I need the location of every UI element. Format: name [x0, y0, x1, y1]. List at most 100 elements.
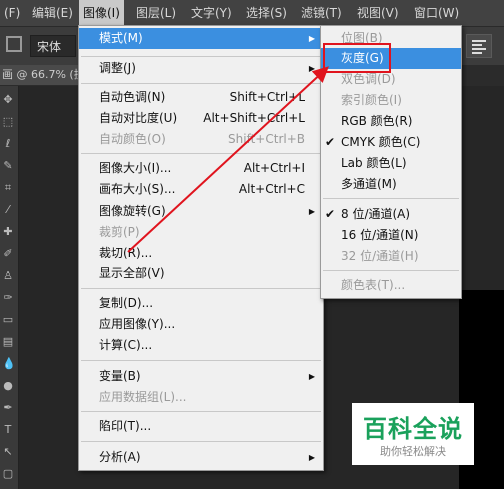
menu-item-label: 图像旋转(G) [99, 204, 166, 218]
menu-item-analysis[interactable]: 分析(A) ▶ [79, 447, 323, 468]
menu-item-label: 复制(D)... [99, 296, 154, 310]
menu-separator [323, 270, 459, 271]
brush-tool-icon[interactable]: ✐ [2, 248, 14, 260]
menu-item-shortcut: Alt+Ctrl+C [238, 182, 305, 196]
eyedropper-icon[interactable]: ⁄ [2, 204, 14, 216]
menubar-layer[interactable]: 图层(L) [132, 0, 180, 26]
menu-bar: (F) 编辑(E) 图像(I) 图层(L) 文字(Y) 选择(S) 滤镜(T) … [0, 0, 504, 26]
document-tab[interactable]: 画 @ 66.7% (技 [0, 65, 78, 85]
menu-item-image-rotation[interactable]: 图像旋转(G) ▶ [79, 201, 323, 222]
menu-item-apply-data-set[interactable]: 应用数据组(L)... [79, 387, 323, 408]
menu-item-label: 调整(J) [99, 61, 136, 75]
pen-tool-icon[interactable]: ✒ [2, 402, 14, 414]
menu-item-canvas-size[interactable]: 画布大小(S)... Alt+Ctrl+C [79, 179, 323, 200]
mode-item-cmyk[interactable]: ✔ CMYK 颜色(C) [321, 132, 461, 153]
menu-item-shortcut: Alt+Shift+Ctrl+L [203, 111, 305, 125]
tool-preset-icon[interactable] [6, 36, 22, 52]
annotation-highlight-box [323, 43, 391, 73]
menu-item-trap[interactable]: 陷印(T)... [79, 416, 323, 437]
menu-item-label: 裁切(R)... [99, 246, 153, 260]
menu-item-shortcut: Shift+Ctrl+B [228, 132, 305, 146]
mode-item-rgb[interactable]: RGB 颜色(R) [321, 111, 461, 132]
move-tool-icon[interactable]: ✥ [2, 94, 14, 106]
menu-item-label: 陷印(T)... [99, 419, 152, 433]
menubar-window[interactable]: 窗口(W) [410, 0, 463, 26]
menu-item-label: 显示全部(V) [99, 266, 165, 280]
menu-item-label: 索引颜色(I) [341, 93, 402, 107]
menubar-image[interactable]: 图像(I) [79, 0, 124, 26]
mode-item-multichannel[interactable]: 多通道(M) [321, 174, 461, 195]
menu-item-label: CMYK 颜色(C) [341, 135, 421, 149]
stamp-tool-icon[interactable]: ♙ [2, 270, 14, 282]
menu-item-calculations[interactable]: 计算(C)... [79, 335, 323, 356]
menu-item-label: 自动色调(N) [99, 90, 166, 104]
type-tool-icon[interactable]: T [2, 424, 14, 436]
menu-item-label: 多通道(M) [341, 177, 397, 191]
watermark-title: 百科全说 [363, 415, 463, 443]
menu-item-label: Lab 颜色(L) [341, 156, 407, 170]
menu-item-shortcut: Alt+Ctrl+I [243, 161, 305, 175]
menu-item-trim[interactable]: 裁切(R)... [79, 243, 323, 264]
healing-brush-icon[interactable]: ✚ [2, 226, 14, 238]
quick-select-icon[interactable]: ✎ [2, 160, 14, 172]
submenu-arrow-icon: ▶ [308, 453, 315, 462]
menu-separator [81, 360, 321, 361]
menu-item-label: 图像大小(I)... [99, 161, 172, 175]
mode-item-color-table[interactable]: 颜色表(T)... [321, 275, 461, 296]
shape-tool-icon[interactable]: ▢ [2, 468, 14, 480]
menubar-view[interactable]: 视图(V) [353, 0, 403, 26]
menubar-select[interactable]: 选择(S) [242, 0, 291, 26]
mode-item-16bit[interactable]: 16 位/通道(N) [321, 225, 461, 246]
menu-item-label: 32 位/通道(H) [341, 249, 419, 263]
history-brush-icon[interactable]: ✑ [2, 292, 14, 304]
eraser-tool-icon[interactable]: ▭ [2, 314, 14, 326]
menubar-file[interactable]: (F) [0, 0, 24, 26]
menubar-edit[interactable]: 编辑(E) [28, 0, 77, 26]
menu-item-image-size[interactable]: 图像大小(I)... Alt+Ctrl+I [79, 158, 323, 179]
mode-item-8bit[interactable]: ✔ 8 位/通道(A) [321, 204, 461, 225]
menu-item-adjust[interactable]: 调整(J) ▶ [79, 58, 323, 79]
menu-item-shortcut: Shift+Ctrl+L [229, 90, 305, 104]
menu-separator [81, 153, 321, 154]
menubar-filter[interactable]: 滤镜(T) [297, 0, 346, 26]
mode-item-32bit[interactable]: 32 位/通道(H) [321, 246, 461, 267]
watermark-subtitle: 助你轻松解决 [380, 445, 446, 458]
menu-item-apply-image[interactable]: 应用图像(Y)... [79, 314, 323, 335]
watermark-logo: 百科全说 助你轻松解决 [352, 403, 474, 465]
menu-item-label: 分析(A) [99, 450, 141, 464]
menubar-type[interactable]: 文字(Y) [187, 0, 236, 26]
path-select-icon[interactable]: ↖ [2, 446, 14, 458]
dodge-tool-icon[interactable]: ● [2, 380, 14, 392]
menu-separator [81, 83, 321, 84]
menu-item-mode[interactable]: 模式(M) ▶ [79, 28, 323, 49]
align-left-icon[interactable] [466, 34, 492, 58]
menu-item-duplicate[interactable]: 复制(D)... [79, 293, 323, 314]
tools-panel: ✥ ⬚ ℓ ✎ ⌗ ⁄ ✚ ✐ ♙ ✑ ▭ ▤ 💧 ● ✒ T ↖ ▢ [0, 86, 19, 489]
mode-item-indexed-color[interactable]: 索引颜色(I) [321, 90, 461, 111]
menu-item-label: 裁剪(P) [99, 225, 140, 239]
menu-item-label: 16 位/通道(N) [341, 228, 419, 242]
menu-item-label: 自动对比度(U) [99, 111, 178, 125]
menu-item-auto-tone[interactable]: 自动色调(N) Shift+Ctrl+L [79, 87, 323, 108]
lasso-tool-icon[interactable]: ℓ [2, 138, 14, 150]
menu-item-auto-contrast[interactable]: 自动对比度(U) Alt+Shift+Ctrl+L [79, 108, 323, 129]
marquee-tool-icon[interactable]: ⬚ [2, 116, 14, 128]
menu-item-label: 画布大小(S)... [99, 182, 176, 196]
menu-item-crop[interactable]: 裁剪(P) [79, 222, 323, 243]
menu-item-label: 8 位/通道(A) [341, 207, 411, 221]
menu-item-variables[interactable]: 变量(B) ▶ [79, 366, 323, 387]
menu-item-label: 变量(B) [99, 369, 141, 383]
menu-separator [81, 288, 321, 289]
menu-item-auto-color[interactable]: 自动颜色(O) Shift+Ctrl+B [79, 129, 323, 150]
menu-item-reveal-all[interactable]: 显示全部(V) [79, 263, 323, 284]
blur-tool-icon[interactable]: 💧 [2, 358, 16, 370]
gradient-tool-icon[interactable]: ▤ [2, 336, 14, 348]
menu-item-label: 自动颜色(O) [99, 132, 166, 146]
crop-tool-icon[interactable]: ⌗ [2, 182, 14, 194]
menu-separator [81, 411, 321, 412]
checkmark-icon: ✔ [325, 207, 336, 221]
font-family-select[interactable]: 宋体 [30, 35, 76, 57]
menu-separator [81, 56, 321, 57]
mode-item-lab[interactable]: Lab 颜色(L) [321, 153, 461, 174]
submenu-arrow-icon: ▶ [308, 34, 315, 43]
